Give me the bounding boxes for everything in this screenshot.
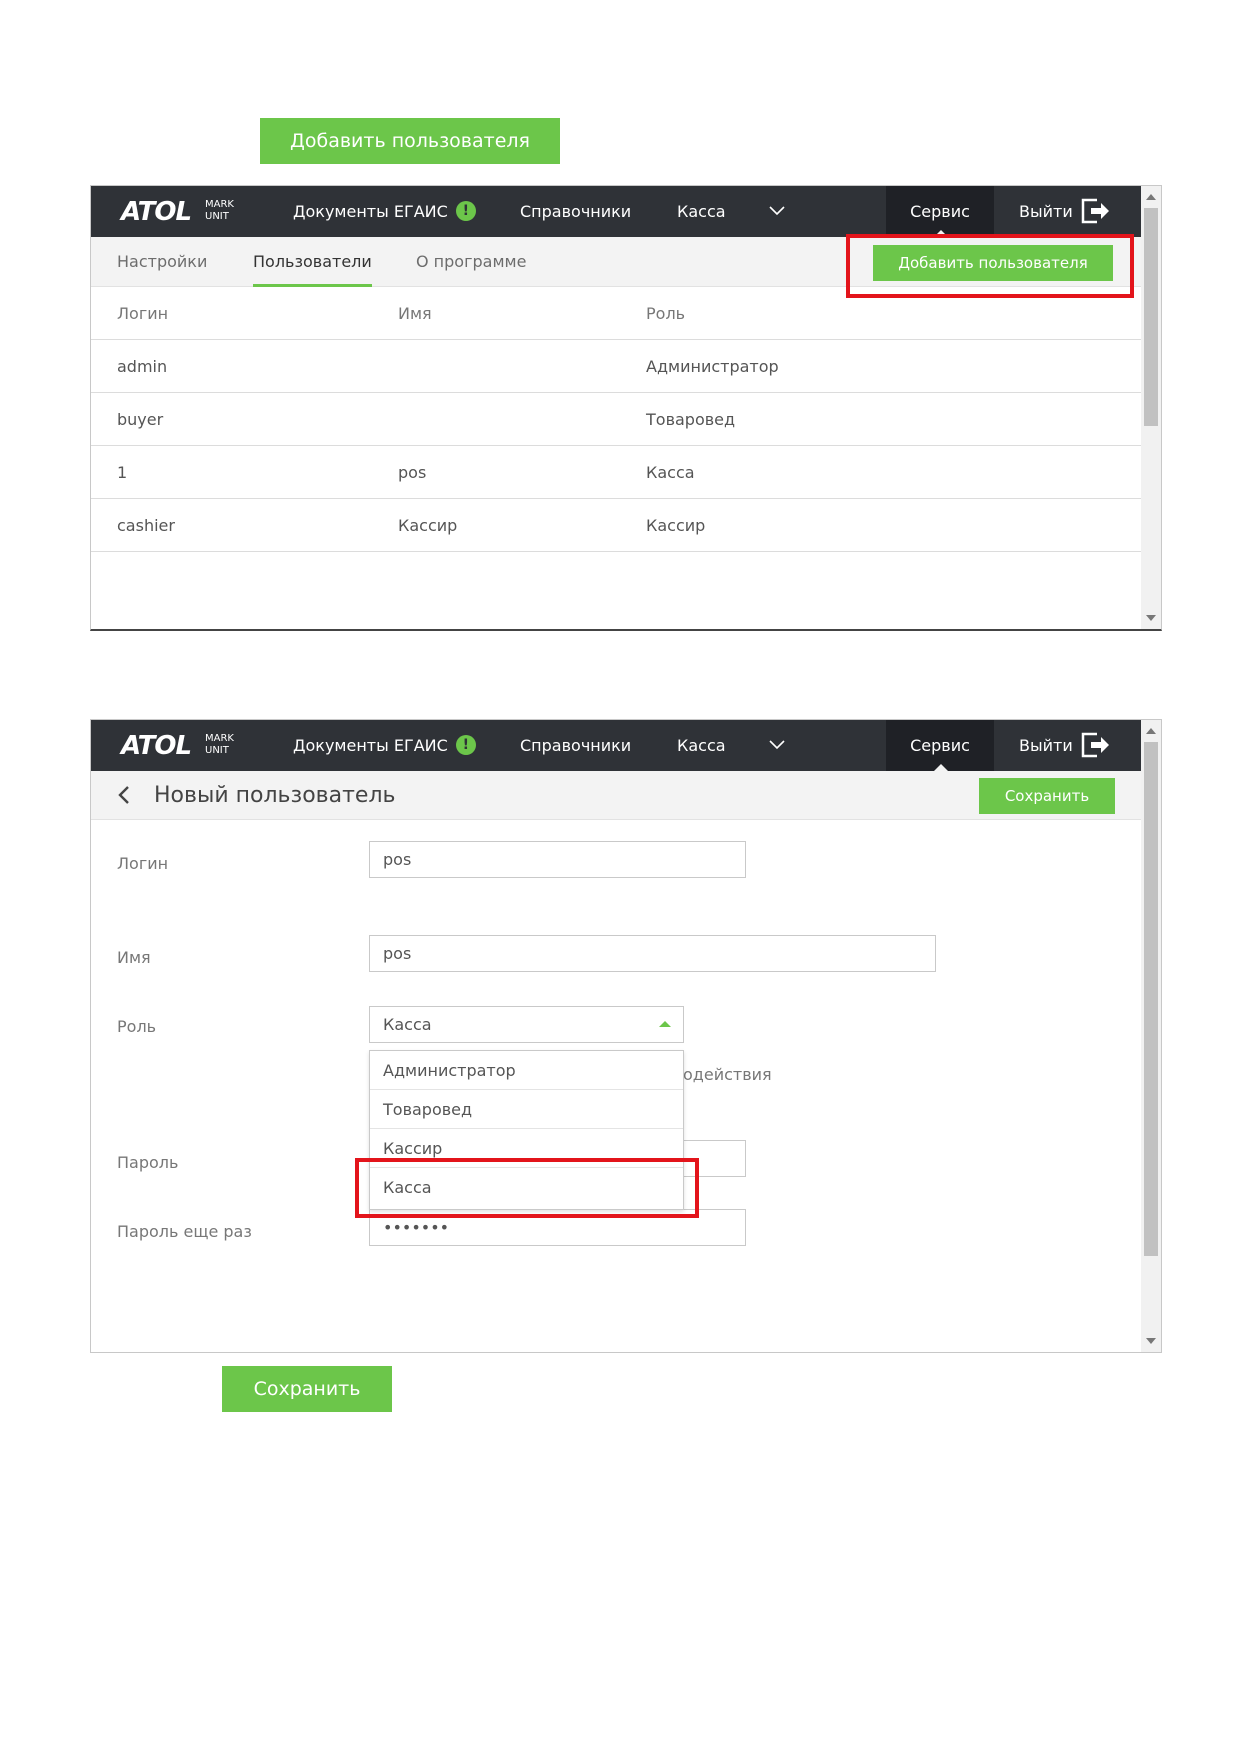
table-row[interactable]: cashier Кассир Кассир [91,499,1141,552]
save-button[interactable]: Сохранить [979,778,1115,814]
scrollbar[interactable] [1141,720,1161,1352]
save-button-large[interactable]: Сохранить [222,1366,392,1412]
nav-exit[interactable]: Выйти [1019,186,1073,237]
cell-role: Кассир [646,516,706,535]
cell-login: 1 [117,463,128,482]
page-title: Новый пользователь [154,783,396,808]
column-header-role: Роль [646,304,686,323]
column-header-login: Логин [117,304,169,323]
nav-service-label: Сервис [910,736,970,755]
role-select-value: Касса [383,1015,432,1034]
caret-up-icon [659,1021,671,1027]
scrollbar[interactable] [1141,186,1161,629]
exit-icon[interactable] [1081,732,1111,758]
logo-subtitle: MARK UNIT [205,199,234,222]
chevron-down-icon[interactable] [768,202,786,220]
back-icon[interactable] [117,785,131,805]
cell-role: Касса [646,463,695,482]
cell-name: pos [398,463,427,482]
nav-exit[interactable]: Выйти [1019,720,1073,771]
nav-kassa[interactable]: Касса [677,186,726,237]
chevron-down-icon[interactable] [768,736,786,754]
role-option-merchandiser[interactable]: Товаровед [370,1090,683,1129]
nav-references[interactable]: Справочники [520,186,631,237]
nav-egais-documents-label: Документы ЕГАИС [293,736,448,755]
logo-text: ATOL [121,197,192,227]
role-option-admin[interactable]: Администратор [370,1051,683,1090]
logo-subtitle: MARK UNIT [205,733,234,756]
top-navigation-bar: ATOL MARK UNIT Документы ЕГАИС! Справочн… [91,720,1141,771]
cell-name: Кассир [398,516,458,535]
add-user-button-large[interactable]: Добавить пользователя [260,118,560,164]
cell-login: admin [117,357,168,376]
nav-kassa[interactable]: Касса [677,720,726,771]
name-field[interactable]: pos [369,935,936,972]
atol-logo: ATOL MARK UNIT [121,730,246,762]
new-user-screenshot: ATOL MARK UNIT Документы ЕГАИС! Справочн… [90,719,1162,1353]
exit-icon[interactable] [1081,198,1111,224]
role-hint-text: одействия [683,1065,772,1084]
nav-service[interactable]: Сервис [886,720,994,771]
alert-icon: ! [455,735,476,755]
password-label: Пароль [117,1153,179,1172]
scroll-up-icon[interactable] [1146,194,1156,200]
login-label: Логин [117,854,169,873]
top-navigation-bar: ATOL MARK UNIT Документы ЕГАИС! Справочн… [91,186,1141,237]
table-row[interactable]: 1 pos Касса [91,446,1141,499]
login-field[interactable]: pos [369,841,746,878]
table-row[interactable]: buyer Товаровед [91,393,1141,446]
nav-service-label: Сервис [910,202,970,221]
nav-service[interactable]: Сервис [886,186,994,237]
nav-egais-documents[interactable]: Документы ЕГАИС! [293,720,476,771]
alert-icon: ! [455,201,476,221]
nav-egais-documents-label: Документы ЕГАИС [293,202,448,221]
role-label: Роль [117,1017,157,1036]
users-list-screenshot: ATOL MARK UNIT Документы ЕГАИС! Справочн… [90,185,1162,631]
users-table: Логин Имя Роль admin Администратор buyer… [91,287,1141,552]
role-select[interactable]: Касса [369,1006,684,1043]
password-repeat-label: Пароль еще раз [117,1222,252,1241]
tab-settings[interactable]: Настройки [117,237,207,287]
active-notch [934,764,948,771]
name-label: Имя [117,948,151,967]
nav-egais-documents[interactable]: Документы ЕГАИС! [293,186,476,237]
page-header: Новый пользователь Сохранить [91,771,1141,820]
logo-text: ATOL [121,731,192,761]
scroll-thumb[interactable] [1144,208,1158,426]
cell-role: Товаровед [646,410,736,429]
scroll-thumb[interactable] [1144,742,1158,1256]
table-row[interactable]: admin Администратор [91,340,1141,393]
tab-users-label: Пользователи [253,252,372,271]
atol-logo: ATOL MARK UNIT [121,196,246,228]
scroll-down-icon[interactable] [1146,1338,1156,1344]
cell-login: buyer [117,410,164,429]
highlight-frame [355,1158,699,1218]
column-header-name: Имя [398,304,432,323]
cell-role: Администратор [646,357,779,376]
table-header: Логин Имя Роль [91,287,1141,340]
tab-about[interactable]: О программе [416,237,526,287]
tab-users[interactable]: Пользователи [253,237,372,287]
scroll-up-icon[interactable] [1146,728,1156,734]
nav-references[interactable]: Справочники [520,720,631,771]
cell-login: cashier [117,516,175,535]
scroll-down-icon[interactable] [1146,615,1156,621]
